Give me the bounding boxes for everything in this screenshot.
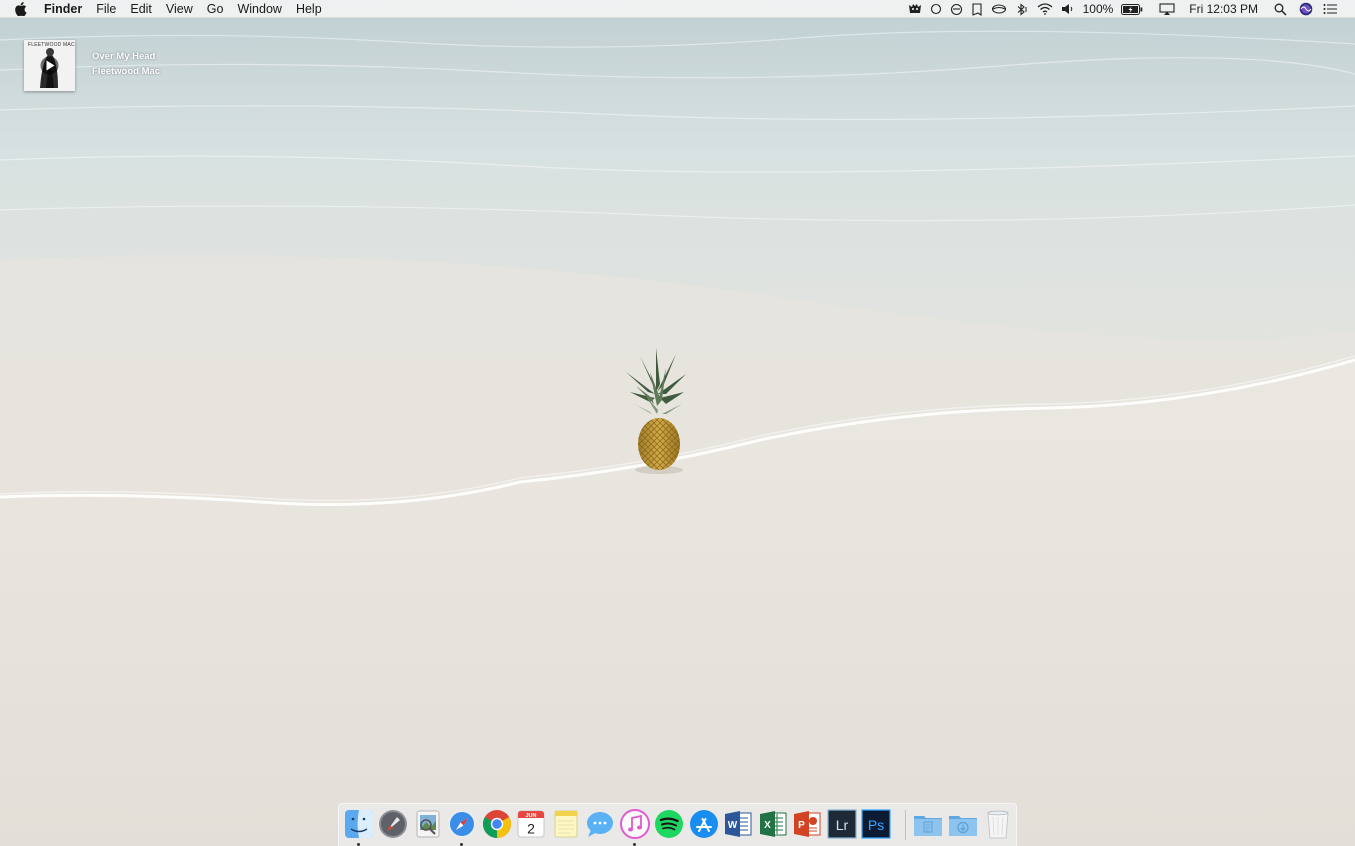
bat-icon[interactable] (908, 0, 922, 18)
desktop-wallpaper (0, 0, 1355, 846)
bookmark-icon[interactable] (971, 0, 983, 18)
wifi-icon[interactable] (1037, 0, 1053, 18)
dock-documents-folder-icon[interactable] (912, 808, 944, 840)
menu-app-finder[interactable]: Finder (44, 0, 89, 18)
dock-powerpoint-icon[interactable]: P (791, 808, 823, 840)
dock: JUN 2 W X P Lr Ps (338, 803, 1017, 846)
siri-icon[interactable] (1299, 0, 1313, 18)
dock-messages-icon[interactable] (584, 808, 616, 840)
dock-chrome-icon[interactable] (481, 808, 513, 840)
cloud-icon[interactable] (991, 0, 1007, 18)
disc-icon[interactable] (950, 0, 963, 18)
dock-word-icon[interactable]: W (722, 808, 754, 840)
dock-lightroom-icon[interactable]: Lr (826, 808, 858, 840)
now-playing-widget: FLEETWOOD MAC Over My Head Fleetwood Mac (24, 40, 160, 94)
menu-file[interactable]: File (89, 0, 123, 18)
album-art[interactable]: FLEETWOOD MAC (24, 40, 75, 91)
menu-go[interactable]: Go (200, 0, 231, 18)
airplay-icon[interactable] (1159, 0, 1175, 18)
powerpoint-letter: P (798, 820, 805, 831)
menu-view[interactable]: View (159, 0, 200, 18)
dock-photoshop-icon[interactable]: Ps (860, 808, 892, 840)
volume-icon[interactable] (1061, 0, 1075, 18)
spotlight-search-icon[interactable] (1274, 0, 1287, 18)
notification-center-icon[interactable] (1323, 0, 1337, 18)
dock-trash-icon[interactable] (982, 808, 1014, 840)
bluetooth-icon[interactable] (1015, 0, 1029, 18)
photoshop-label: Ps (868, 817, 884, 833)
play-icon[interactable] (40, 56, 59, 75)
menu-edit[interactable]: Edit (123, 0, 159, 18)
dock-notes-icon[interactable] (550, 808, 582, 840)
menu-window[interactable]: Window (230, 0, 288, 18)
dock-launchpad-icon[interactable] (377, 808, 409, 840)
apple-logo-icon[interactable] (15, 1, 28, 16)
menu-help[interactable]: Help (289, 0, 329, 18)
beach-wallpaper (0, 0, 1355, 846)
track-artist: Fleetwood Mac (92, 66, 161, 77)
track-title: Over My Head (92, 51, 156, 62)
dock-preview-icon[interactable] (412, 808, 444, 840)
menubar-clock[interactable]: Fri 12:03 PM (1189, 0, 1258, 18)
dock-app-store-icon[interactable] (688, 808, 720, 840)
battery-charging-icon[interactable] (1121, 0, 1143, 18)
dock-separator (905, 810, 906, 840)
dock-safari-icon[interactable] (446, 808, 478, 840)
calendar-day: 2 (527, 821, 535, 837)
dock-calendar-icon[interactable]: JUN 2 (515, 808, 547, 840)
excel-letter: X (764, 820, 771, 831)
circle-icon[interactable] (930, 0, 942, 18)
battery-percent[interactable]: 100% (1083, 0, 1114, 18)
word-letter: W (728, 820, 738, 831)
menu-bar: Finder File Edit View Go Window Help 100… (0, 0, 1355, 18)
dock-spotify-icon[interactable] (653, 808, 685, 840)
lightroom-label: Lr (836, 817, 849, 833)
dock-downloads-folder-icon[interactable] (947, 808, 979, 840)
dock-itunes-icon[interactable] (619, 808, 651, 840)
dock-finder-icon[interactable] (343, 808, 375, 840)
dock-excel-icon[interactable]: X (757, 808, 789, 840)
calendar-month: JUN (525, 813, 536, 819)
